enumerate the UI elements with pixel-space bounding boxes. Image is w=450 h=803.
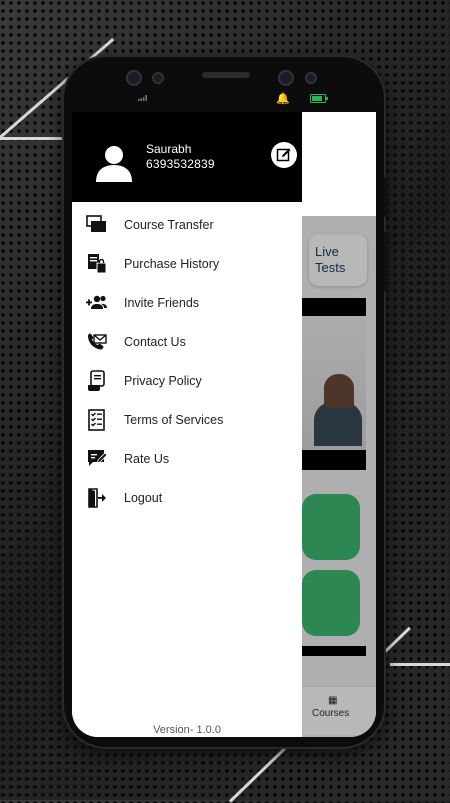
- menu-item-contact-us[interactable]: Contact Us: [72, 327, 302, 357]
- decorative-stripe: [0, 137, 70, 140]
- status-bar: 🔔: [64, 93, 328, 109]
- decorative-stripe: [390, 663, 450, 666]
- front-sensor: [152, 72, 164, 84]
- checklist-icon: [88, 409, 105, 431]
- menu-label: Terms of Services: [124, 413, 224, 427]
- menu-label: Privacy Policy: [124, 374, 202, 388]
- menu-item-terms-of-services[interactable]: Terms of Services: [72, 405, 302, 435]
- edit-profile-button[interactable]: [271, 142, 297, 168]
- drawer-scrim[interactable]: [302, 216, 376, 737]
- bell-icon: 🔔: [276, 93, 290, 105]
- menu-item-rate-us[interactable]: Rate Us: [72, 444, 302, 474]
- menu-label: Purchase History: [124, 257, 220, 271]
- menu-label: Course Transfer: [124, 218, 214, 232]
- front-sensor-secondary: [305, 72, 317, 84]
- phone-frame: 🔔 Live Tests ▦ Courses Saurabh 639353283…: [64, 57, 388, 747]
- edit-icon: [276, 148, 291, 162]
- stack-icon: [86, 215, 106, 232]
- front-camera-secondary: [278, 70, 294, 86]
- phone-side-button: [384, 232, 388, 292]
- front-camera: [126, 70, 142, 86]
- menu-label: Contact Us: [124, 335, 186, 349]
- logout-icon: [88, 488, 106, 508]
- battery-icon: [310, 94, 328, 103]
- add-group-icon: [86, 295, 107, 309]
- phone-side-button: [384, 177, 388, 217]
- menu-item-invite-friends[interactable]: Invite Friends: [72, 288, 302, 318]
- menu-label: Rate Us: [124, 452, 170, 466]
- earpiece-speaker: [202, 72, 250, 78]
- user-name: Saurabh: [146, 142, 192, 156]
- user-phone: 6393532839: [146, 157, 215, 171]
- signal-icon: [138, 95, 147, 101]
- app-screen: Live Tests ▦ Courses Saurabh 6393532839 …: [72, 112, 376, 737]
- rate-edit-icon: [88, 450, 108, 466]
- menu-label: Invite Friends: [124, 296, 200, 310]
- receipt-bag-icon: [88, 254, 107, 274]
- drawer-header: Saurabh 6393532839: [72, 112, 302, 202]
- menu-item-logout[interactable]: Logout: [72, 483, 302, 513]
- person-icon: [96, 146, 132, 182]
- navigation-drawer: Saurabh 6393532839 Course Transfer Purch…: [72, 112, 302, 737]
- app-version: Version- 1.0.0: [153, 724, 221, 736]
- menu-label: Logout: [124, 491, 163, 505]
- scroll-document-icon: [88, 370, 105, 391]
- menu-item-privacy-policy[interactable]: Privacy Policy: [72, 366, 302, 396]
- contact-phone-icon: [88, 333, 107, 350]
- menu-item-purchase-history[interactable]: Purchase History: [72, 249, 302, 279]
- menu-item-course-transfer[interactable]: Course Transfer: [72, 210, 302, 240]
